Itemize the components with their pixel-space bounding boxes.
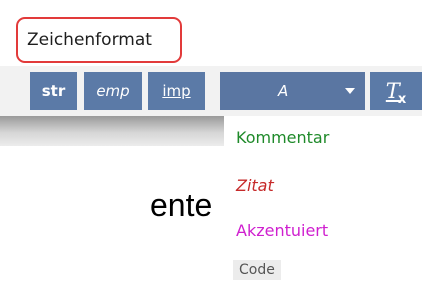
important-button-label: imp	[162, 82, 191, 100]
chevron-down-icon	[345, 88, 355, 94]
clear-format-button[interactable]: Tx	[370, 72, 422, 110]
menu-item-zitat[interactable]: Zitat	[236, 176, 274, 195]
important-button[interactable]: imp	[148, 72, 205, 110]
section-label-zeichenformat: Zeichenformat	[16, 17, 182, 63]
editor-text: ente	[150, 187, 213, 223]
character-format-dropdown-label: A	[278, 82, 289, 100]
editor-shadow-bar	[0, 116, 224, 146]
character-format-dropdown[interactable]: A	[220, 72, 365, 110]
menu-item-code[interactable]: Code	[233, 260, 281, 280]
emphasis-button[interactable]: emp	[84, 72, 142, 110]
menu-item-kommentar[interactable]: Kommentar	[236, 128, 329, 147]
clear-format-icon-sub: x	[397, 92, 407, 107]
menu-item-akzentuiert[interactable]: Akzentuiert	[236, 221, 328, 240]
strong-button[interactable]: str	[30, 72, 77, 110]
